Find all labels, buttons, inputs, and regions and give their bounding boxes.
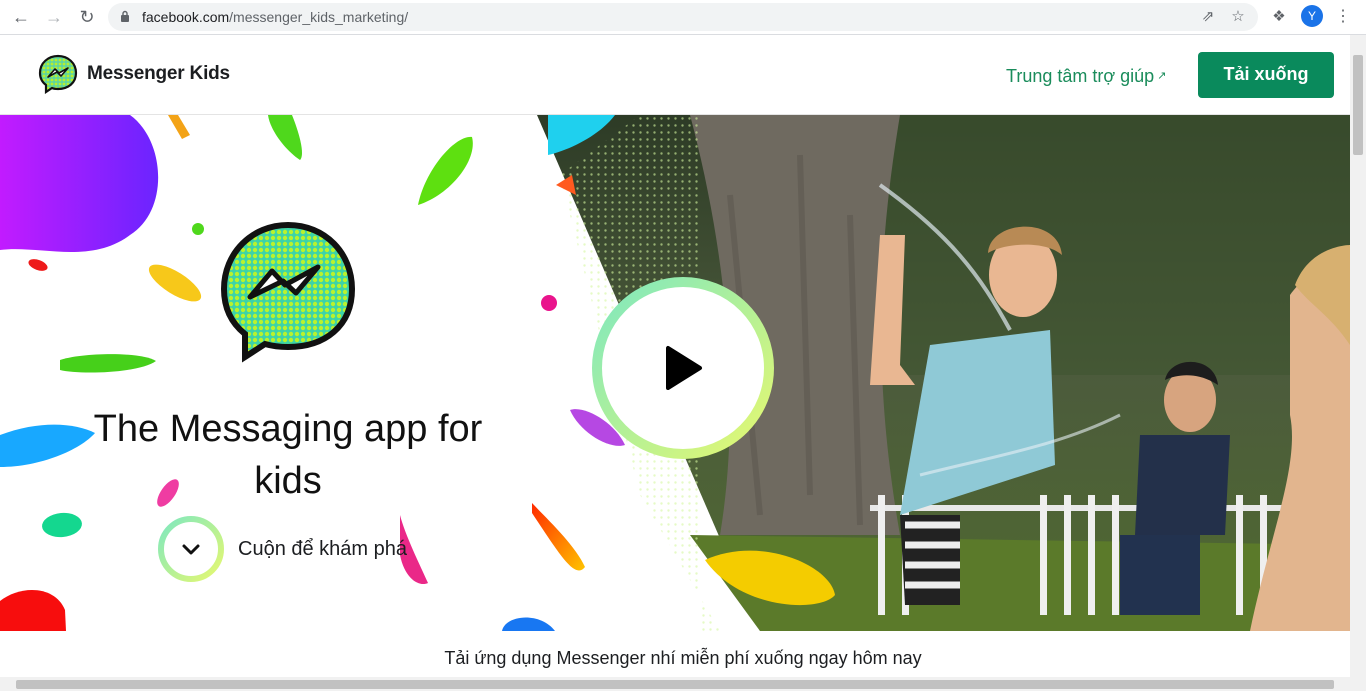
- vertical-scroll-thumb[interactable]: [1353, 55, 1363, 155]
- back-arrow-icon[interactable]: ←: [9, 5, 33, 29]
- play-video-button[interactable]: [590, 275, 776, 461]
- brand-name: Messenger Kids: [87, 63, 230, 84]
- vertical-scrollbar[interactable]: [1350, 35, 1366, 677]
- lock-icon: [121, 10, 129, 22]
- external-link-icon: ↗: [1157, 70, 1167, 82]
- url-path: /messenger_kids_marketing/: [229, 9, 409, 25]
- url-text: facebook.com/messenger_kids_marketing/: [142, 9, 408, 25]
- help-center-label: Trung tâm trợ giúp: [1006, 66, 1155, 86]
- scroll-down-button[interactable]: [157, 515, 225, 583]
- hero-title: The Messaging app for kids: [93, 408, 483, 502]
- horizontal-scroll-thumb[interactable]: [16, 680, 1334, 689]
- hero-section: The Messaging app for kids Cuộn để khám …: [0, 115, 1350, 631]
- browser-toolbar: ← → ↻ facebook.com/messenger_kids_market…: [0, 0, 1366, 35]
- address-bar[interactable]: facebook.com/messenger_kids_marketing/ ⇗…: [108, 3, 1258, 31]
- menu-dots-icon[interactable]: ⋮: [1331, 5, 1355, 29]
- site-header: Messenger Kids Trung tâm trợ giúp ↗ Tải x…: [0, 35, 1350, 115]
- profile-avatar[interactable]: Y: [1301, 5, 1323, 27]
- messenger-kids-hero-logo: [220, 221, 356, 363]
- messenger-kids-logo: [38, 54, 78, 94]
- reload-icon[interactable]: ↻: [75, 5, 99, 29]
- share-icon[interactable]: ⇗: [1199, 8, 1217, 26]
- extensions-icon[interactable]: ❖: [1267, 5, 1291, 29]
- download-button[interactable]: Tải xuống: [1198, 52, 1334, 98]
- scroll-label: Cuộn để khám phá: [238, 538, 408, 560]
- star-icon[interactable]: ☆: [1229, 8, 1247, 26]
- url-domain: facebook.com: [142, 9, 230, 25]
- horizontal-scrollbar[interactable]: [0, 677, 1366, 691]
- help-center-link[interactable]: Trung tâm trợ giúp ↗: [1006, 66, 1166, 87]
- forward-arrow-icon[interactable]: →: [42, 5, 66, 29]
- brand-logo-link[interactable]: Messenger Kids: [38, 53, 230, 95]
- download-promo-text: Tải ứng dụng Messenger nhí miễn phí xuốn…: [444, 648, 922, 668]
